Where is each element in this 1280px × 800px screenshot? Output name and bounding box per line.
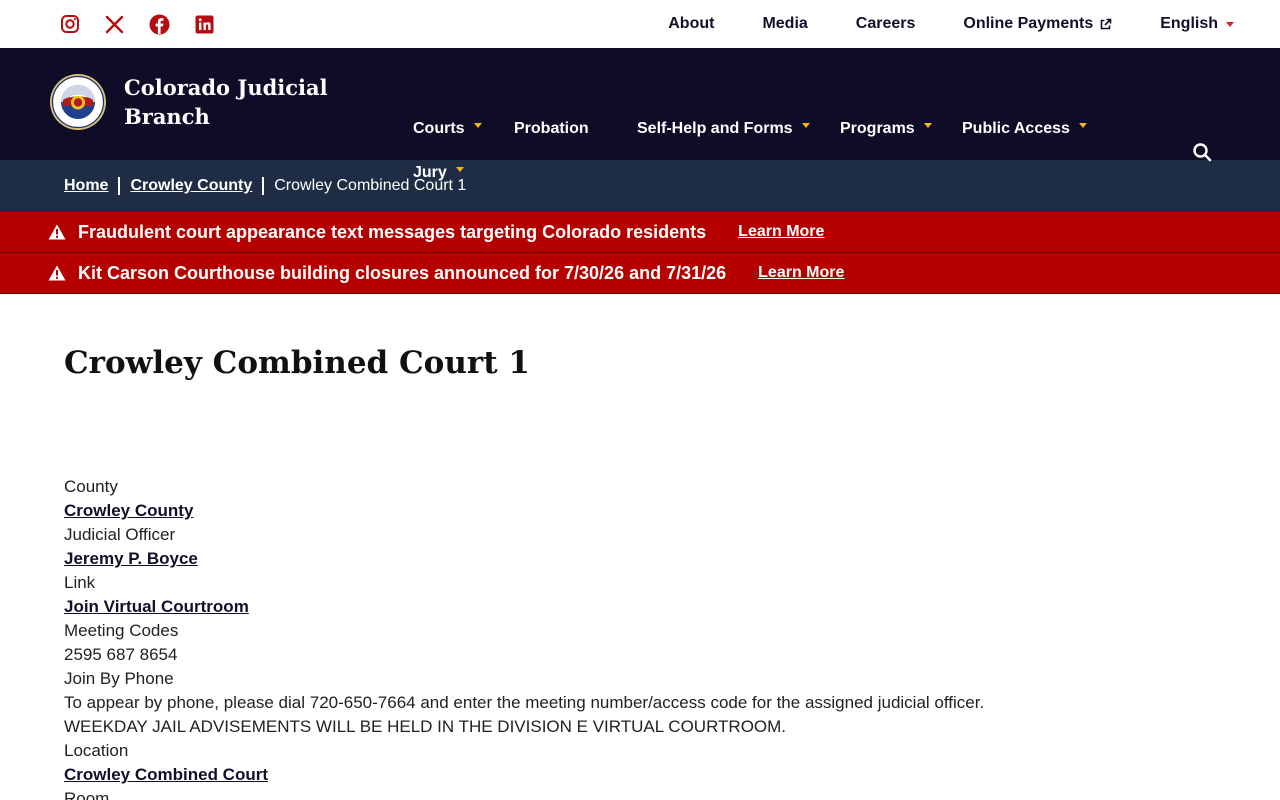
chevron-down-icon bbox=[455, 166, 464, 172]
location-link[interactable]: Crowley Combined Court bbox=[64, 763, 1280, 787]
nav-probation[interactable]: Probation bbox=[514, 120, 589, 138]
online-payments-label: Online Payments bbox=[963, 15, 1094, 32]
county-link[interactable]: Crowley County bbox=[64, 499, 1280, 523]
alert-banner: Kit Carson Courthouse building closures … bbox=[0, 253, 1280, 294]
nav-courts[interactable]: Courts bbox=[413, 120, 482, 138]
nav-courts-label: Courts bbox=[413, 120, 465, 137]
chevron-down-icon bbox=[923, 122, 932, 128]
join-by-phone-text: To appear by phone, please dial 720-650-… bbox=[64, 693, 985, 712]
utility-bar: About Media Careers Online Payments Engl… bbox=[0, 0, 1280, 48]
nav-jury[interactable]: Jury bbox=[413, 164, 464, 182]
alert-learn-more-link[interactable]: Learn More bbox=[758, 264, 844, 282]
breadcrumb-county[interactable]: Crowley County bbox=[130, 177, 252, 195]
brand-home-link[interactable]: Colorado Judicial Branch bbox=[49, 73, 334, 131]
online-payments-link[interactable]: Online Payments bbox=[963, 15, 1112, 33]
nav-public-access-label: Public Access bbox=[962, 120, 1070, 137]
location-label: Location bbox=[64, 741, 129, 760]
external-link-icon bbox=[1099, 18, 1112, 31]
brand-name: Colorado Judicial Branch bbox=[124, 75, 328, 129]
chevron-down-icon bbox=[1078, 122, 1087, 128]
breadcrumb-separator bbox=[118, 177, 121, 195]
nav-programs[interactable]: Programs bbox=[840, 120, 932, 138]
main-content: Crowley Combined Court 1 County Crowley … bbox=[0, 343, 1280, 800]
page-title: Crowley Combined Court 1 bbox=[64, 345, 530, 381]
join-by-phone-label: Join By Phone bbox=[64, 669, 174, 688]
alert-banner: Fraudulent court appearance text message… bbox=[0, 212, 1280, 253]
x-icon[interactable] bbox=[103, 13, 126, 36]
judicial-officer-label: Judicial Officer bbox=[64, 525, 176, 544]
main-navbar: Colorado Judicial Branch Courts Probatio… bbox=[0, 48, 1280, 181]
link-label: Link bbox=[64, 573, 96, 592]
nav-probation-label: Probation bbox=[514, 120, 589, 137]
alert-message: Kit Carson Courthouse building closures … bbox=[78, 262, 727, 283]
breadcrumb-home[interactable]: Home bbox=[64, 177, 108, 195]
search-icon[interactable] bbox=[1192, 142, 1212, 162]
advisement-notice: WEEKDAY JAIL ADVISEMENTS WILL BE HELD IN… bbox=[64, 717, 787, 736]
nav-programs-label: Programs bbox=[840, 120, 915, 137]
linkedin-icon[interactable] bbox=[193, 13, 216, 36]
room-label: Room bbox=[64, 789, 110, 800]
facebook-icon[interactable] bbox=[148, 13, 171, 36]
warning-icon bbox=[48, 265, 66, 281]
nav-public-access[interactable]: Public Access bbox=[962, 120, 1087, 138]
instagram-icon[interactable] bbox=[58, 13, 81, 36]
breadcrumb: Home Crowley County Crowley Combined Cou… bbox=[0, 160, 1280, 212]
chevron-down-icon bbox=[1226, 21, 1234, 27]
join-virtual-courtroom-link[interactable]: Join Virtual Courtroom bbox=[64, 595, 1280, 619]
chevron-down-icon bbox=[473, 122, 482, 128]
meeting-codes-label: Meeting Codes bbox=[64, 621, 179, 640]
language-label: English bbox=[1160, 15, 1218, 32]
nav-jury-label: Jury bbox=[413, 164, 447, 181]
breadcrumb-separator bbox=[262, 177, 265, 195]
county-label: County bbox=[64, 477, 118, 496]
careers-link[interactable]: Careers bbox=[856, 15, 916, 33]
warning-icon bbox=[48, 224, 66, 240]
alert-message: Fraudulent court appearance text message… bbox=[78, 221, 707, 242]
nav-self-help-and-forms[interactable]: Self-Help and Forms bbox=[637, 120, 810, 138]
meeting-codes-value: 2595 687 8654 bbox=[64, 645, 178, 664]
language-selector[interactable]: English bbox=[1160, 15, 1234, 33]
media-link[interactable]: Media bbox=[762, 15, 807, 33]
about-link[interactable]: About bbox=[668, 15, 714, 33]
social-links bbox=[58, 13, 216, 36]
alert-learn-more-link[interactable]: Learn More bbox=[738, 223, 824, 241]
colorado-courts-seal-icon bbox=[49, 73, 107, 131]
chevron-down-icon bbox=[801, 122, 810, 128]
nav-self-help-label: Self-Help and Forms bbox=[637, 120, 793, 137]
judicial-officer-link[interactable]: Jeremy P. Boyce bbox=[64, 547, 1280, 571]
utility-links: About Media Careers Online Payments Engl… bbox=[668, 15, 1234, 33]
courtroom-details: County Crowley County Judicial Officer J… bbox=[64, 475, 1280, 800]
